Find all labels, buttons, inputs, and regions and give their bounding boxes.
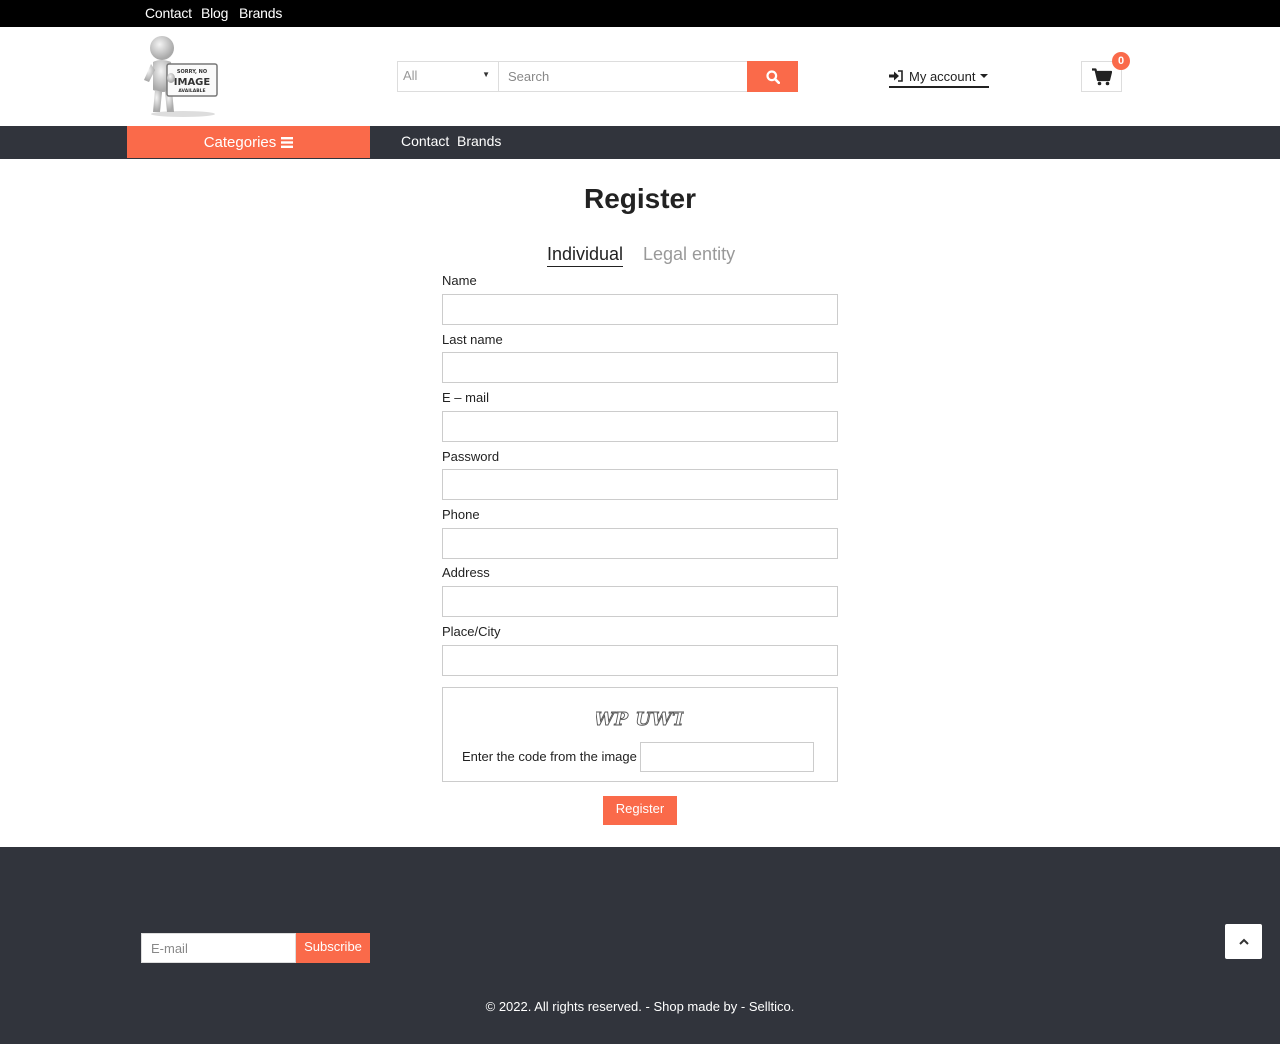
nav-link-contact[interactable]: Contact [401, 133, 449, 149]
newsletter-email-input[interactable]: E-mail [141, 933, 296, 963]
password-label: Password [442, 449, 500, 464]
copyright-text: © 2022. All rights reserved. - Shop made… [485, 999, 795, 1014]
caret-down-icon: ▼ [482, 70, 490, 79]
back-to-top-button[interactable] [1225, 924, 1262, 959]
svg-text:IMAGE: IMAGE [174, 77, 211, 88]
city-field[interactable] [442, 645, 838, 676]
captcha-label: Enter the code from the image [462, 749, 637, 764]
search-input[interactable] [499, 62, 748, 91]
svg-text:WP UWT: WP UWT [596, 709, 684, 730]
categories-button[interactable]: Categories [127, 126, 370, 158]
top-link-contact[interactable]: Contact [145, 5, 192, 21]
my-account-label: My account [909, 68, 976, 84]
tab-legal-entity[interactable]: Legal entity [643, 244, 735, 265]
search-icon [765, 69, 780, 84]
no-image-placeholder-icon: SORRY, NO IMAGE AVAILABLE [144, 36, 218, 117]
shopping-cart-icon [1091, 67, 1112, 85]
last-name-label: Last name [442, 332, 503, 347]
search-bar: All ▼ [397, 61, 798, 92]
last-name-field[interactable] [442, 352, 838, 383]
sign-in-icon [889, 70, 903, 82]
svg-text:AVAILABLE: AVAILABLE [178, 88, 205, 94]
search-button[interactable] [747, 61, 798, 92]
password-field[interactable] [442, 469, 838, 500]
search-category-select[interactable]: All ▼ [398, 62, 499, 91]
top-link-brands[interactable]: Brands [239, 5, 282, 21]
phone-label: Phone [442, 507, 480, 522]
hamburger-icon [281, 136, 294, 148]
address-label: Address [442, 565, 490, 580]
phone-field[interactable] [442, 528, 838, 559]
address-field[interactable] [442, 586, 838, 617]
svg-text:SORRY, NO: SORRY, NO [177, 69, 207, 75]
email-label: E – mail [442, 390, 489, 405]
city-label: Place/City [442, 624, 501, 639]
email-field[interactable] [442, 411, 838, 442]
register-button[interactable]: Register [603, 796, 677, 825]
subscribe-button[interactable]: Subscribe [296, 933, 370, 963]
nav-link-brands[interactable]: Brands [457, 133, 501, 149]
captcha-input[interactable] [640, 742, 814, 772]
caret-down-icon [980, 74, 989, 78]
cart-count-badge: 0 [1112, 52, 1130, 70]
categories-label: Categories [203, 133, 277, 151]
my-account-dropdown[interactable]: My account [889, 66, 989, 88]
logo[interactable]: SORRY, NO IMAGE AVAILABLE [141, 34, 223, 118]
name-label: Name [442, 273, 477, 288]
search-category-value: All [403, 68, 418, 83]
page-title: Register [583, 183, 697, 214]
name-field[interactable] [442, 294, 838, 325]
top-bar: Contact Blog Brands [0, 0, 1280, 27]
tab-individual[interactable]: Individual [547, 244, 624, 267]
captcha-image: WP UWT [596, 709, 684, 730]
chevron-up-icon [1238, 938, 1249, 945]
top-link-blog[interactable]: Blog [201, 5, 228, 21]
